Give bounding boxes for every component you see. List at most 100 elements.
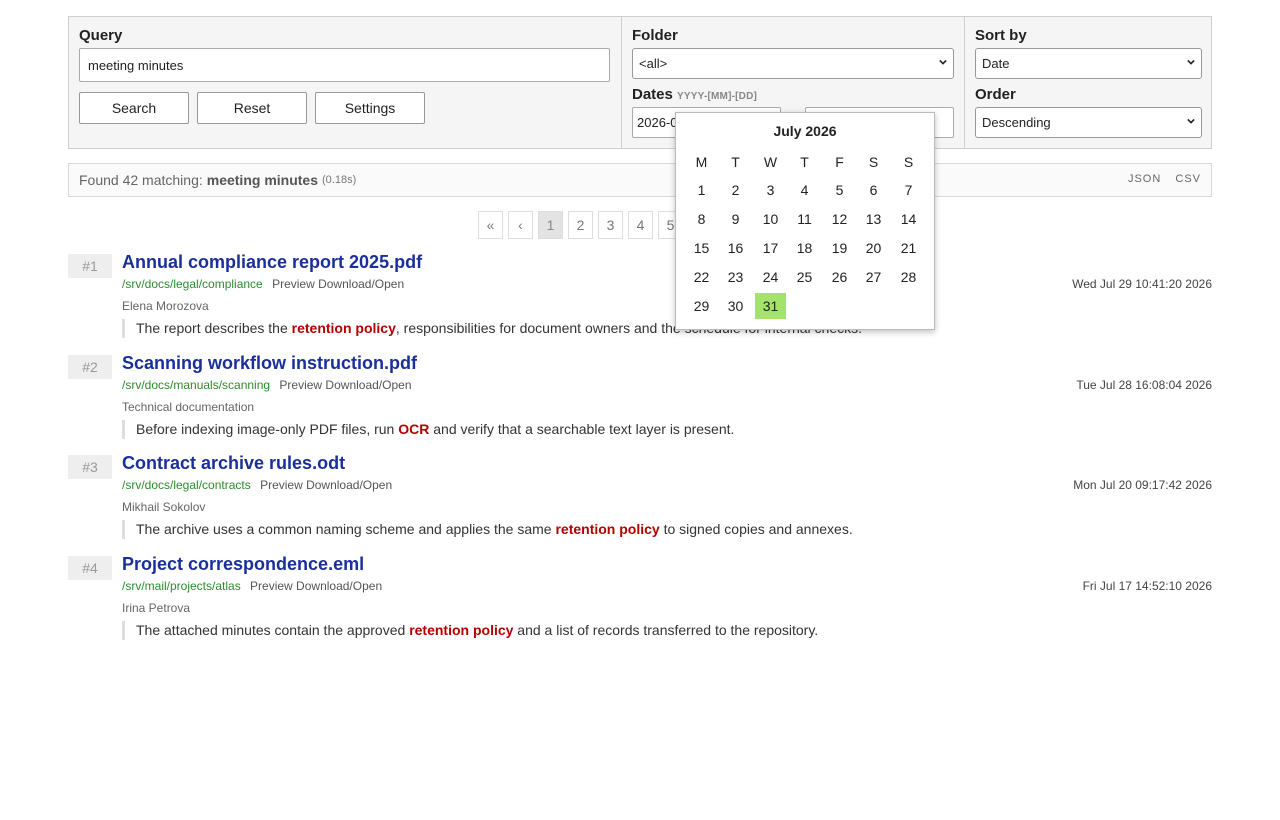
result-author: Technical documentation (122, 400, 255, 414)
calendar-weekday-header: S (903, 154, 914, 170)
result-rank: #1 (68, 254, 112, 278)
calendar-day[interactable]: 27 (858, 264, 889, 290)
calendar-day[interactable]: 14 (893, 206, 924, 232)
export-csv-link[interactable]: CSV (1175, 173, 1201, 185)
sort-label: Sort by (975, 27, 1027, 44)
calendar-day[interactable]: 28 (893, 264, 924, 290)
snippet-text: The report describes the (136, 320, 292, 336)
page-3[interactable]: 3 (598, 211, 623, 239)
result-date: Fri Jul 17 14:52:10 2026 (1082, 579, 1212, 593)
result-snippet: The archive uses a common naming scheme … (122, 520, 853, 539)
dates-label-text: Dates (632, 86, 673, 103)
order-select[interactable]: Descending (975, 107, 1202, 138)
calendar-day[interactable]: 13 (858, 206, 889, 232)
calendar-day[interactable]: 26 (824, 264, 855, 290)
calendar-day[interactable]: 3 (755, 177, 786, 203)
calendar-weekday-header: S (868, 154, 879, 170)
export-json-link[interactable]: JSON (1128, 173, 1161, 185)
found-count-text: Found 42 matching: (79, 172, 203, 188)
date-picker-popup: July 2026 M T W T F S S 1 2 3 4 5 6 7 8 9 10 11 12 13 14 15 16… (675, 112, 935, 330)
result-title-link[interactable]: Contract archive rules.odt (122, 453, 345, 474)
result-rank: #2 (68, 355, 112, 379)
result-rank: #4 (68, 556, 112, 580)
result-links[interactable]: Preview Download/Open (250, 579, 382, 593)
result-path[interactable]: /srv/mail/projects/atlas (122, 579, 241, 593)
calendar-day[interactable]: 1 (686, 177, 717, 203)
calendar-day[interactable]: 18 (789, 235, 820, 261)
result-snippet: Before indexing image-only PDF files, ru… (122, 420, 734, 439)
page-4[interactable]: 4 (628, 211, 653, 239)
calendar-day[interactable]: 29 (686, 293, 717, 319)
order-label: Order (975, 86, 1016, 103)
search-time: (0.18s) (322, 174, 357, 186)
reset-button[interactable]: Reset (197, 92, 307, 124)
search-panel: Query Search Reset Settings Folder <all>… (68, 16, 1212, 149)
result-title-link[interactable]: Project correspondence.eml (122, 554, 364, 575)
calendar-day[interactable]: 24 (755, 264, 786, 290)
chevron-down-icon (939, 59, 947, 65)
calendar-day[interactable]: 23 (720, 264, 751, 290)
settings-button[interactable]: Settings (315, 92, 425, 124)
calendar-day[interactable]: 16 (720, 235, 751, 261)
found-query-text: meeting minutes (206, 172, 318, 188)
calendar-weekday-header: T (800, 154, 809, 170)
result-date: Wed Jul 29 10:41:20 2026 (1072, 277, 1212, 291)
query-label: Query (79, 27, 123, 44)
folder-select[interactable]: <all> (632, 48, 954, 79)
result-path[interactable]: /srv/docs/manuals/scanning (122, 378, 270, 392)
result-links[interactable]: Preview Download/Open (279, 378, 411, 392)
calendar-month-title: July 2026 (773, 123, 837, 139)
calendar-day[interactable]: 6 (858, 177, 889, 203)
result-author: Mikhail Sokolov (122, 500, 206, 514)
calendar-day[interactable]: 19 (824, 235, 855, 261)
calendar-day[interactable]: 12 (824, 206, 855, 232)
result-title-link[interactable]: Scanning workflow instruction.pdf (122, 353, 417, 374)
calendar-day[interactable]: 4 (789, 177, 820, 203)
chevron-down-icon (1187, 118, 1195, 124)
page-1[interactable]: 1 (538, 211, 563, 239)
result-rank: #3 (68, 455, 112, 479)
calendar-weekday-header: W (763, 154, 778, 170)
page-2[interactable]: 2 (568, 211, 593, 239)
calendar-day[interactable]: 10 (755, 206, 786, 232)
calendar-day[interactable]: 31 (755, 293, 786, 319)
calendar-weekday-header: T (731, 154, 740, 170)
results-status-bar: Found 42 matching: meeting minutes (0.18… (68, 163, 1212, 197)
result-path[interactable]: /srv/docs/legal/compliance (122, 277, 263, 291)
page-first[interactable]: « (478, 211, 503, 239)
snippet-text: and verify that a searchable text layer … (429, 421, 735, 437)
calendar-day[interactable]: 8 (686, 206, 717, 232)
export-links: JSON CSV (1118, 173, 1201, 185)
calendar-day[interactable]: 30 (720, 293, 751, 319)
result-path[interactable]: /srv/docs/legal/contracts (122, 478, 251, 492)
snippet-highlight: retention policy (555, 521, 660, 537)
snippet-highlight: retention policy (409, 622, 514, 638)
result-links[interactable]: Preview Download/Open (260, 478, 392, 492)
calendar-weekday-header: F (835, 154, 844, 170)
snippet-text: and a list of records transferred to the… (513, 622, 819, 638)
calendar-day[interactable]: 7 (893, 177, 924, 203)
result-date: Tue Jul 28 16:08:04 2026 (1076, 378, 1212, 392)
calendar-day[interactable]: 22 (686, 264, 717, 290)
result-title-link[interactable]: Annual compliance report 2025.pdf (122, 252, 422, 273)
order-select-value: Descending (982, 115, 1051, 130)
calendar-day[interactable]: 20 (858, 235, 889, 261)
calendar-day[interactable]: 11 (789, 206, 820, 232)
chevron-down-icon (1187, 59, 1195, 65)
query-input[interactable] (79, 48, 610, 82)
snippet-text: to signed copies and annexes. (659, 521, 853, 537)
calendar-day[interactable]: 2 (720, 177, 751, 203)
result-links[interactable]: Preview Download/Open (272, 277, 404, 291)
calendar-day[interactable]: 21 (893, 235, 924, 261)
calendar-day[interactable]: 9 (720, 206, 751, 232)
sort-select[interactable]: Date (975, 48, 1202, 79)
snippet-text: Before indexing image-only PDF files, ru… (136, 421, 399, 437)
calendar-day[interactable]: 5 (824, 177, 855, 203)
result-author: Elena Morozova (122, 299, 209, 313)
sort-section: Sort by Date Order Descending (964, 17, 1211, 148)
calendar-day[interactable]: 15 (686, 235, 717, 261)
search-button[interactable]: Search (79, 92, 189, 124)
page-prev[interactable]: ‹ (508, 211, 533, 239)
calendar-day[interactable]: 17 (755, 235, 786, 261)
calendar-day[interactable]: 25 (789, 264, 820, 290)
